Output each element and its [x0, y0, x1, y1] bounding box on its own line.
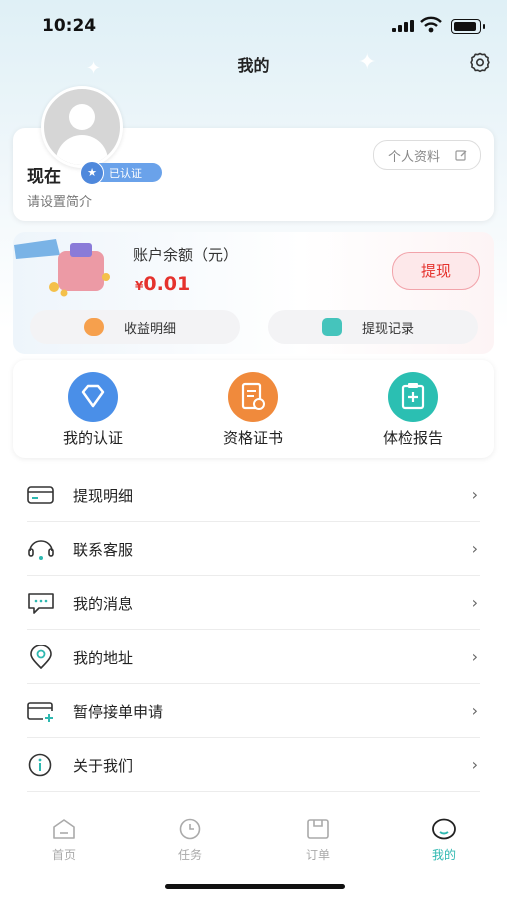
avatar[interactable] [41, 86, 123, 168]
piggy-icon [84, 318, 104, 336]
income-detail-button[interactable]: 收益明细 [30, 310, 240, 344]
menu-item-my-address[interactable]: 我的地址 › [27, 630, 480, 684]
tab-orders-label: 订单 [305, 848, 330, 862]
gear-icon[interactable] [468, 51, 492, 75]
page-title: 我的 [237, 56, 270, 75]
status-time: 10:24 [42, 16, 97, 36]
menu-item-label: 关于我们 [73, 757, 134, 775]
diamond-icon [68, 372, 118, 422]
edit-profile-button[interactable]: 个人资料 [373, 140, 481, 170]
message-icon [28, 593, 54, 614]
settings-menu: 提现明细 › 联系客服 › 我的消息 › 我的地址 › 暂停接单申请 › 关于我… [27, 468, 480, 792]
my-certification-label: 我的认证 [62, 429, 123, 447]
star-shield-icon: ★ [80, 161, 104, 185]
balance-label: 账户余额（元） [133, 246, 239, 264]
income-detail-label: 收益明细 [124, 322, 177, 337]
wallet-illustration [14, 239, 110, 297]
tab-tasks-label: 任务 [177, 848, 202, 862]
pause-card-icon [27, 702, 53, 722]
chevron-right-icon: › [471, 701, 478, 720]
card-icon [27, 486, 54, 504]
signal-icon [392, 20, 414, 32]
status-bar: 10:24 [0, 0, 507, 50]
menu-item-contact-support[interactable]: 联系客服 › [27, 522, 480, 576]
balance-amount: ¥0.01 [135, 273, 190, 295]
menu-item-my-messages[interactable]: 我的消息 › [27, 576, 480, 630]
info-icon [28, 753, 52, 777]
chevron-right-icon: › [471, 539, 478, 558]
withdraw-button[interactable]: 提现 [392, 252, 480, 290]
user-bio[interactable]: 请设置简介 [27, 191, 92, 210]
headset-icon [28, 540, 54, 560]
chevron-right-icon: › [471, 593, 478, 612]
medical-report-button[interactable]: 体检报告 [353, 372, 473, 452]
verified-badge-label: 已认证 [109, 167, 142, 180]
withdraw-records-button[interactable]: 提现记录 [268, 310, 478, 344]
menu-item-label: 提现明细 [73, 487, 134, 505]
tab-orders[interactable]: 订单 [288, 818, 348, 863]
my-certification-button[interactable]: 我的认证 [33, 372, 153, 452]
menu-item-label: 暂停接单申请 [73, 703, 164, 721]
order-icon [307, 819, 329, 839]
qualification-certificate-button[interactable]: 资格证书 [193, 372, 313, 452]
balance-number: 0.01 [143, 273, 191, 295]
tab-home[interactable]: 首页 [34, 818, 94, 863]
medical-report-icon [388, 372, 438, 422]
certificate-icon [228, 372, 278, 422]
user-name: 现在 [27, 167, 61, 187]
tab-home-label: 首页 [51, 848, 76, 862]
withdraw-records-label: 提现记录 [362, 322, 415, 337]
chevron-right-icon: › [471, 755, 478, 774]
menu-item-about-us[interactable]: 关于我们 › [27, 738, 480, 792]
wifi-icon [420, 16, 442, 33]
menu-item-label: 联系客服 [73, 541, 134, 559]
menu-item-pause-orders[interactable]: 暂停接单申请 › [27, 684, 480, 738]
home-indicator [165, 884, 345, 889]
chevron-right-icon: › [471, 485, 478, 504]
menu-item-label: 我的地址 [73, 649, 134, 667]
verified-badge: ★ 已认证 [80, 161, 162, 185]
clock-icon [179, 818, 201, 840]
qualification-certificate-label: 资格证书 [222, 429, 283, 447]
wallet-card-icon [322, 318, 342, 336]
profile-icon [432, 818, 456, 840]
home-icon [53, 819, 75, 839]
tab-profile-label: 我的 [431, 848, 456, 862]
tab-tasks[interactable]: 任务 [160, 818, 220, 863]
edit-icon [455, 150, 467, 161]
chevron-right-icon: › [471, 647, 478, 666]
menu-item-withdraw-detail[interactable]: 提现明细 › [27, 468, 480, 522]
edit-profile-label: 个人资料 [388, 150, 441, 165]
menu-item-label: 我的消息 [73, 595, 134, 613]
tab-profile[interactable]: 我的 [414, 818, 474, 863]
battery-icon [451, 19, 485, 34]
medical-report-label: 体检报告 [382, 429, 443, 447]
sparkle-decoration: ✦ [358, 50, 377, 75]
location-icon [30, 645, 52, 669]
sparkle-decoration: ✦ [86, 58, 102, 79]
